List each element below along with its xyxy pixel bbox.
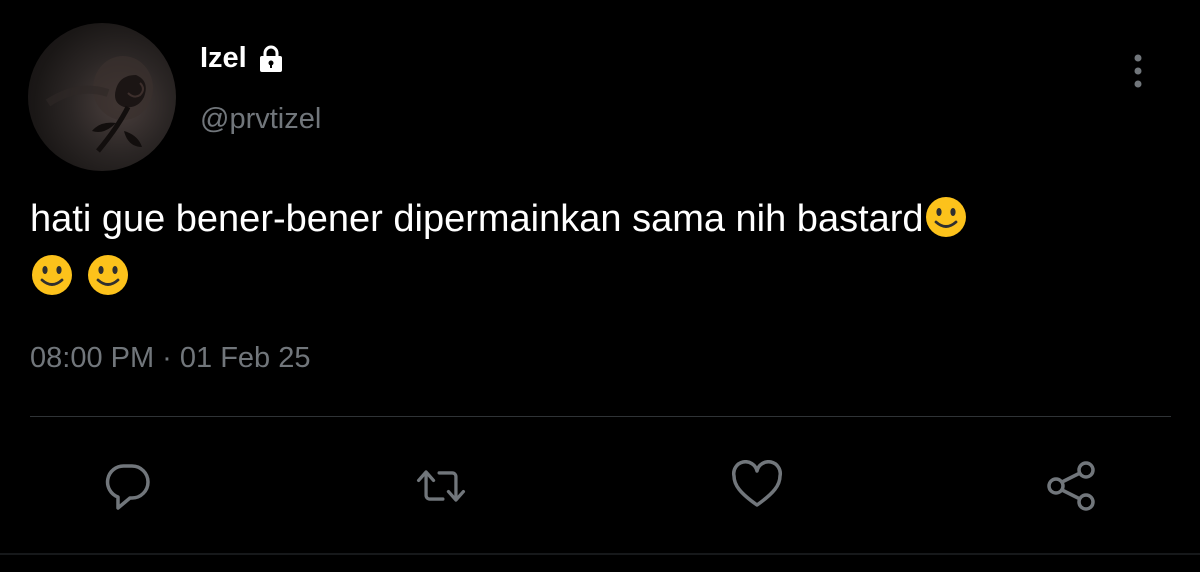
more-options-icon[interactable] [1126, 52, 1150, 92]
slightly-smiling-face-icon [86, 253, 130, 297]
bottom-separator [0, 553, 1200, 555]
divider [30, 416, 1171, 417]
retweet-icon [416, 470, 466, 502]
slightly-smiling-face-icon [924, 195, 968, 239]
lock-icon [255, 43, 287, 75]
heart-icon [731, 460, 783, 507]
tweet-timestamp[interactable]: 08:00 PM · 01 Feb 25 [30, 342, 311, 375]
user-handle[interactable]: @prvtizel [200, 103, 321, 136]
tweet-body: hati gue bener-bener dipermainkan sama n… [30, 198, 924, 240]
tweet-text: hati gue bener-bener dipermainkan sama n… [30, 190, 1175, 306]
display-name[interactable]: Izel [200, 42, 247, 75]
share-icon [1047, 461, 1095, 511]
user-display-name-row[interactable]: Izel [200, 42, 287, 75]
retweet-button[interactable] [413, 458, 469, 514]
reply-icon [105, 464, 150, 510]
reply-button[interactable] [100, 458, 156, 514]
like-button[interactable] [729, 458, 785, 514]
avatar[interactable] [28, 23, 176, 171]
slightly-smiling-face-icon [30, 253, 74, 297]
share-button[interactable] [1044, 458, 1100, 514]
